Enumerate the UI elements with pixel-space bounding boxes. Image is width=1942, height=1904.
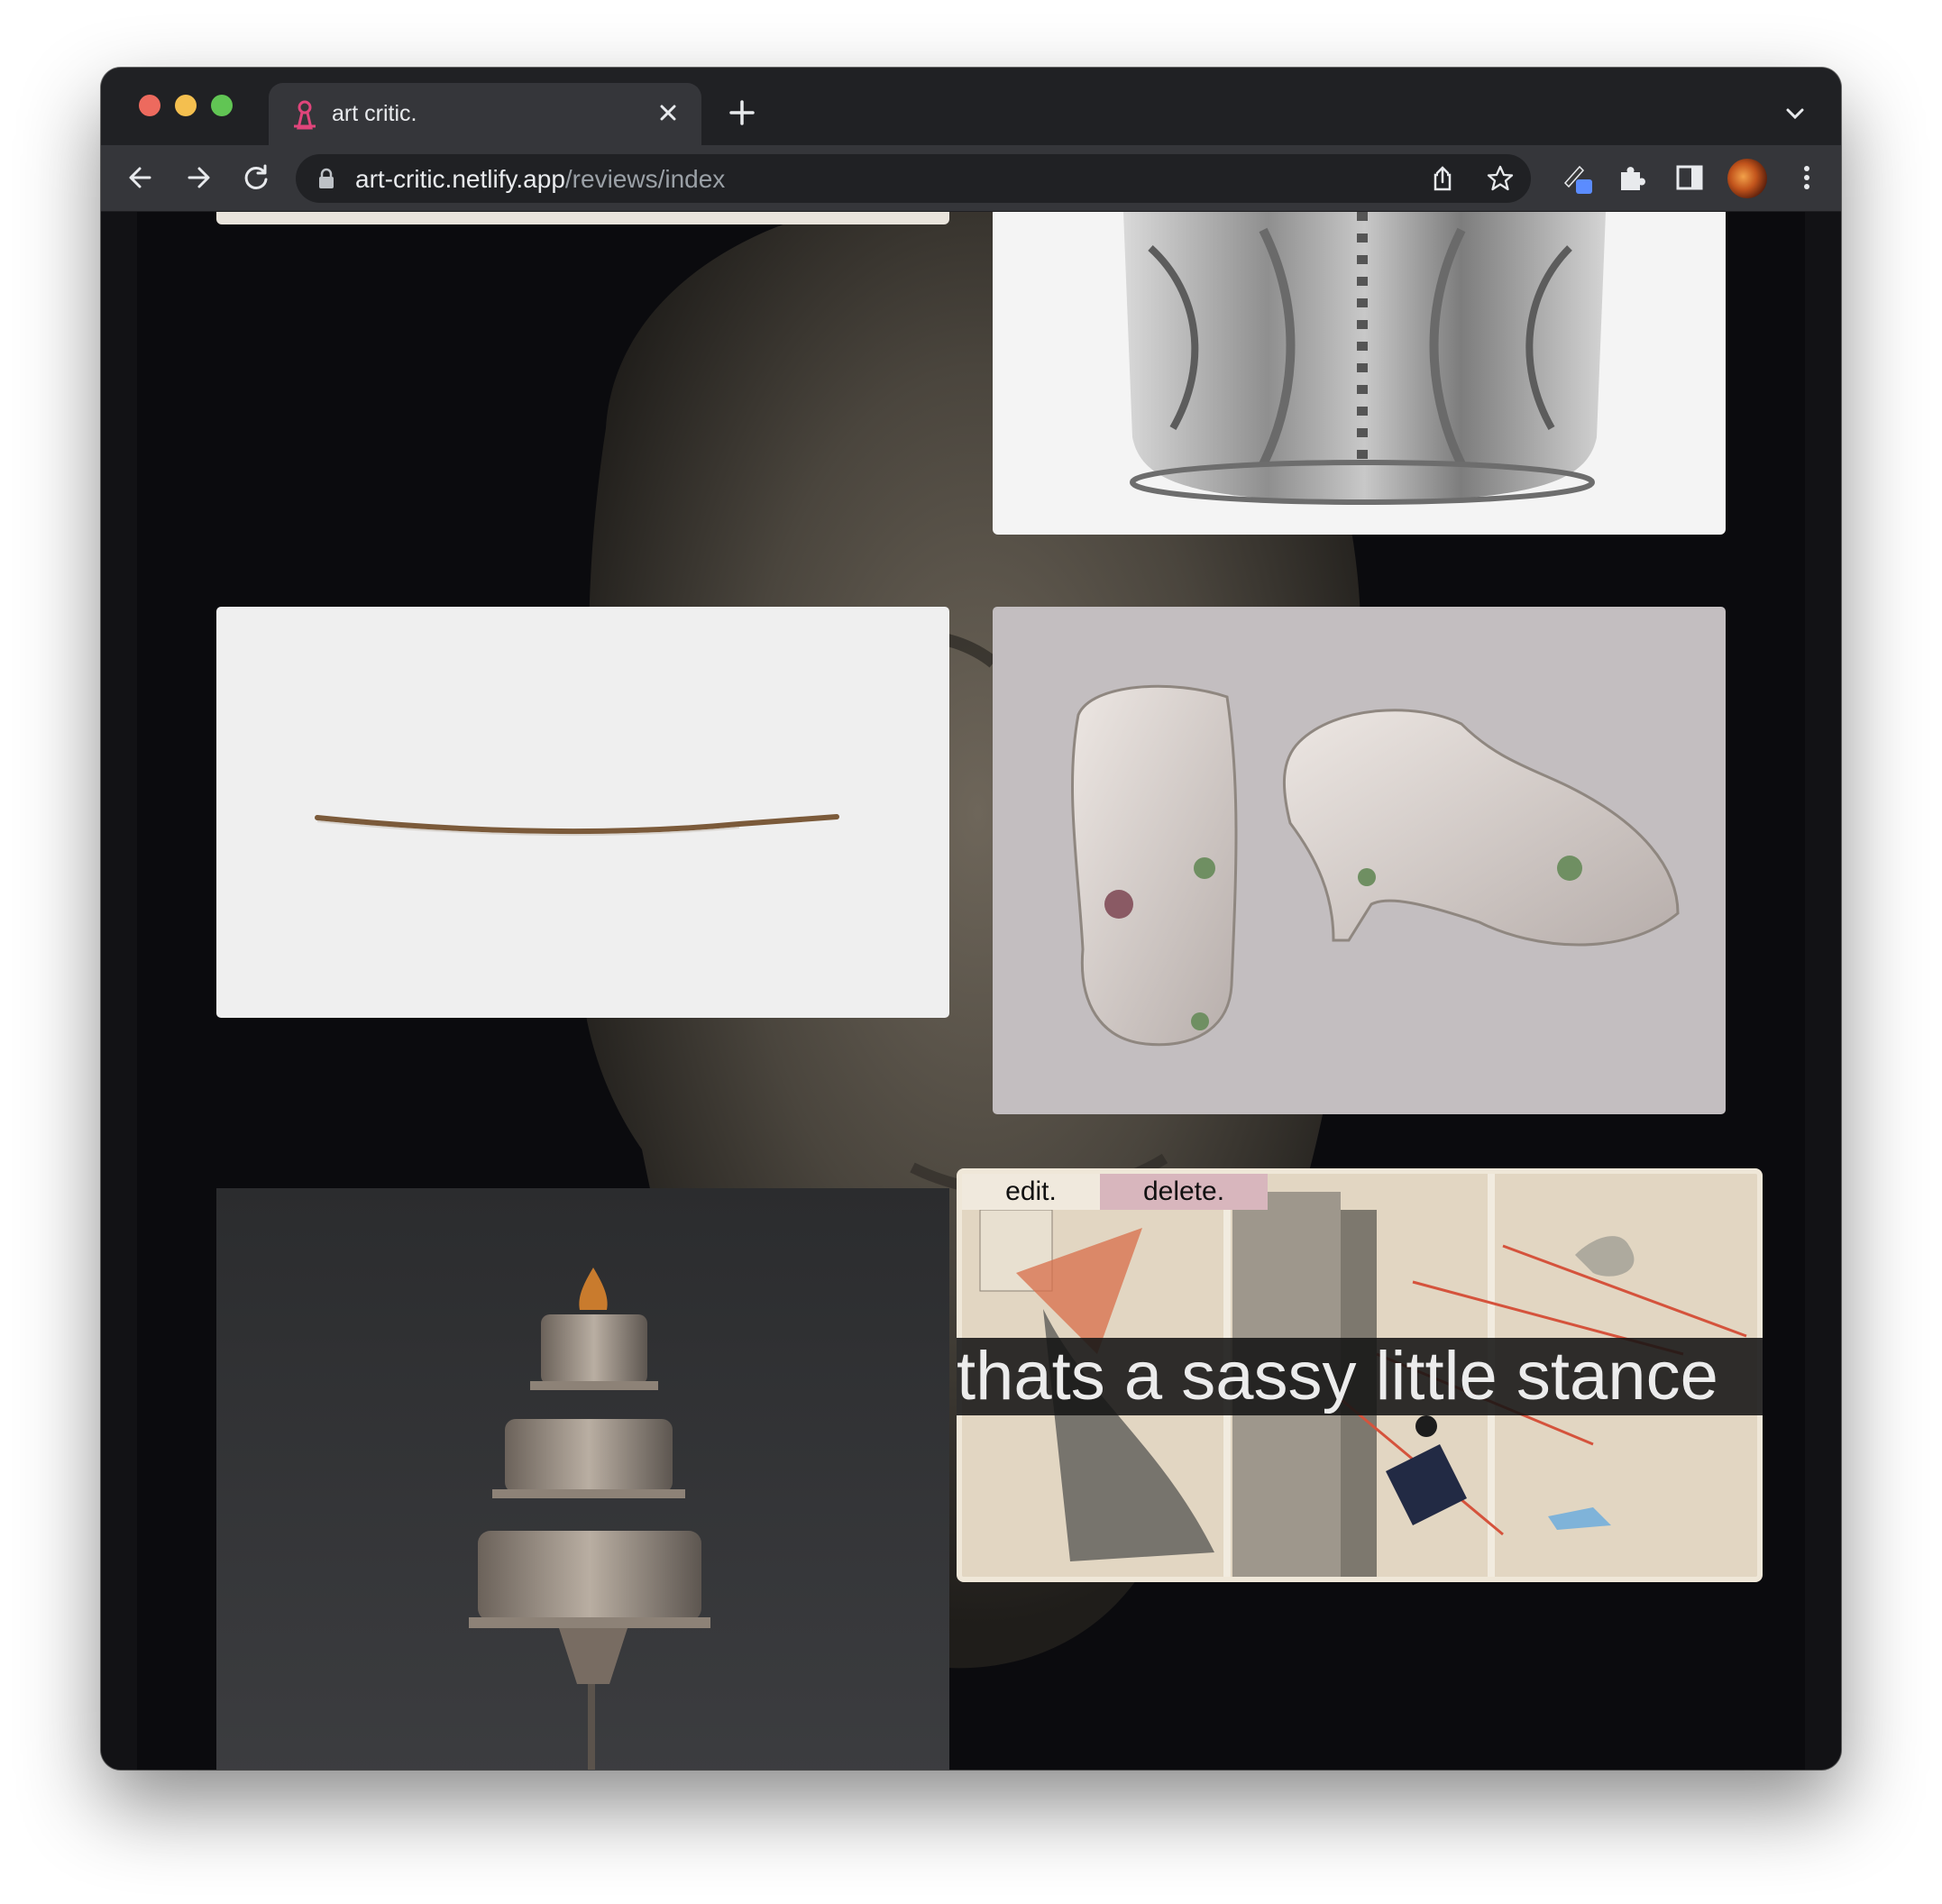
- review-image-finial[interactable]: [216, 1188, 949, 1770]
- chevron-down-icon[interactable]: [1783, 102, 1807, 125]
- delete-review-button[interactable]: delete.: [1100, 1174, 1268, 1210]
- review-caption: thats a sassy little stance: [957, 1338, 1763, 1415]
- window-zoom-button[interactable]: [211, 95, 233, 116]
- url-text: art-critic.netlify.app/reviews/index: [355, 165, 725, 194]
- reload-icon[interactable]: [240, 161, 272, 194]
- review-image-stick[interactable]: [216, 607, 949, 1018]
- back-arrow-icon[interactable]: [124, 161, 157, 194]
- browser-window: art critic. art-critic.netlify.app/revie…: [101, 68, 1841, 1770]
- lock-icon[interactable]: [317, 168, 335, 189]
- tab-title: art critic.: [332, 101, 417, 126]
- tab-strip: art critic.: [101, 68, 1841, 145]
- share-icon[interactable]: [1428, 164, 1457, 193]
- edit-review-button[interactable]: edit.: [962, 1174, 1100, 1210]
- review-image-top-partial[interactable]: [216, 212, 949, 224]
- browser-toolbar: art-critic.netlify.app/reviews/index: [101, 145, 1841, 212]
- profile-avatar[interactable]: [1727, 159, 1767, 198]
- review-image-silver-vessel[interactable]: [993, 212, 1726, 535]
- url-host: art-critic.netlify.app: [355, 165, 565, 193]
- tab-art-critic[interactable]: art critic.: [269, 83, 701, 145]
- art-critic-favicon: [294, 100, 316, 130]
- page-viewport[interactable]: edit. delete. thats a sassy little stanc…: [101, 212, 1841, 1770]
- side-panel-icon[interactable]: [1673, 161, 1706, 194]
- pen-extension-icon[interactable]: [1560, 161, 1592, 194]
- kebab-menu-icon[interactable]: [1791, 161, 1823, 194]
- close-icon[interactable]: [653, 97, 683, 128]
- url-path: /reviews/index: [564, 165, 726, 193]
- plus-icon[interactable]: [727, 97, 757, 128]
- puzzle-icon[interactable]: [1616, 161, 1648, 194]
- window-minimize-button[interactable]: [175, 95, 197, 116]
- address-bar[interactable]: art-critic.netlify.app/reviews/index: [296, 154, 1531, 203]
- star-icon[interactable]: [1486, 164, 1515, 193]
- forward-arrow-icon[interactable]: [182, 161, 215, 194]
- window-close-button[interactable]: [139, 95, 160, 116]
- review-image-shoes[interactable]: [993, 607, 1726, 1114]
